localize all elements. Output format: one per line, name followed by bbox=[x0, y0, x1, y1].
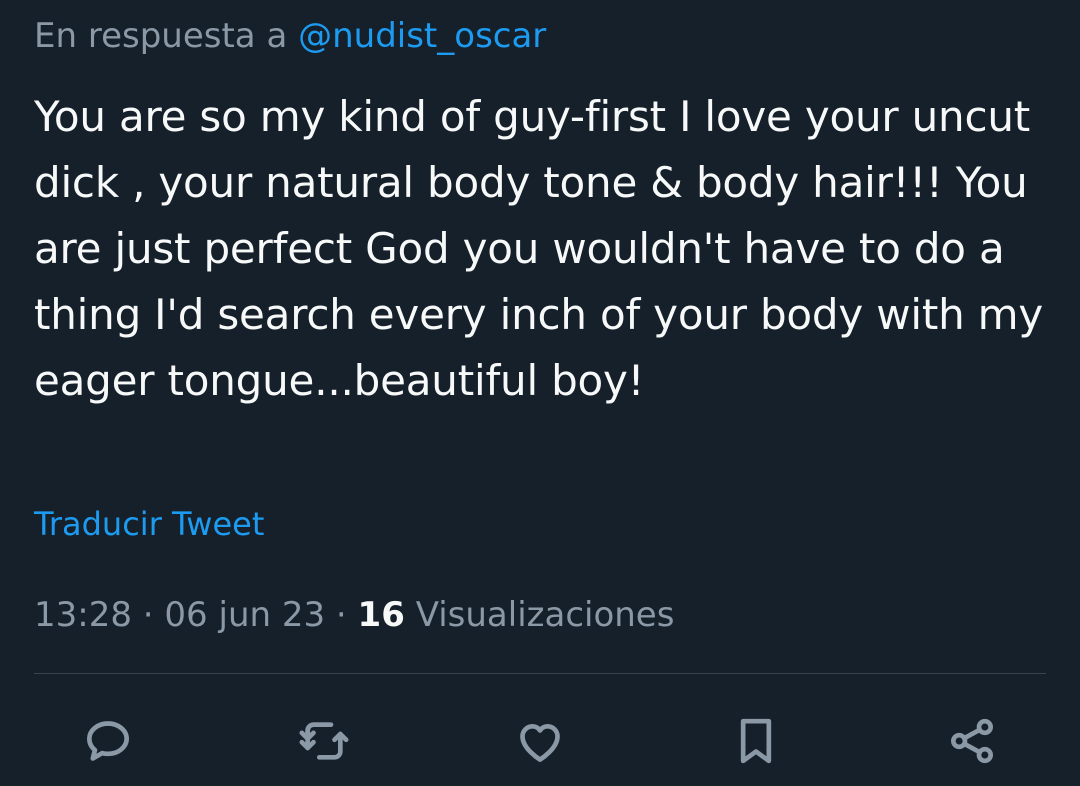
divider bbox=[34, 673, 1046, 674]
retweet-button[interactable] bbox=[292, 706, 356, 776]
share-icon bbox=[951, 718, 993, 764]
bookmark-icon bbox=[740, 718, 772, 764]
translate-tweet-link[interactable]: Traducir Tweet bbox=[34, 502, 264, 546]
views-label: Visualizaciones bbox=[415, 595, 675, 635]
retweet-icon bbox=[299, 722, 349, 760]
meta-separator: · bbox=[142, 595, 154, 635]
reply-context: En respuesta a @nudist_oscar bbox=[34, 14, 546, 58]
bookmark-button[interactable] bbox=[724, 706, 788, 776]
action-bar bbox=[0, 706, 1080, 776]
tweet-time[interactable]: 13:28 bbox=[34, 595, 132, 635]
like-icon bbox=[520, 723, 560, 762]
like-button[interactable] bbox=[508, 706, 572, 776]
reply-icon bbox=[87, 721, 129, 761]
tweet-detail: En respuesta a @nudist_oscar You are so … bbox=[0, 0, 1080, 786]
tweet-date[interactable]: 06 jun 23 bbox=[164, 595, 325, 635]
views-count: 16 bbox=[357, 595, 405, 635]
tweet-text: You are so my kind of guy-first I love y… bbox=[34, 92, 1044, 405]
share-button[interactable] bbox=[940, 706, 1004, 776]
meta-separator: · bbox=[335, 595, 347, 635]
tweet-metadata: 13:28 · 06 jun 23 · 16 Visualizaciones bbox=[34, 592, 674, 638]
reply-handle-link[interactable]: @nudist_oscar bbox=[298, 16, 546, 56]
reply-prefix: En respuesta a bbox=[34, 16, 288, 56]
reply-button[interactable] bbox=[76, 706, 140, 776]
